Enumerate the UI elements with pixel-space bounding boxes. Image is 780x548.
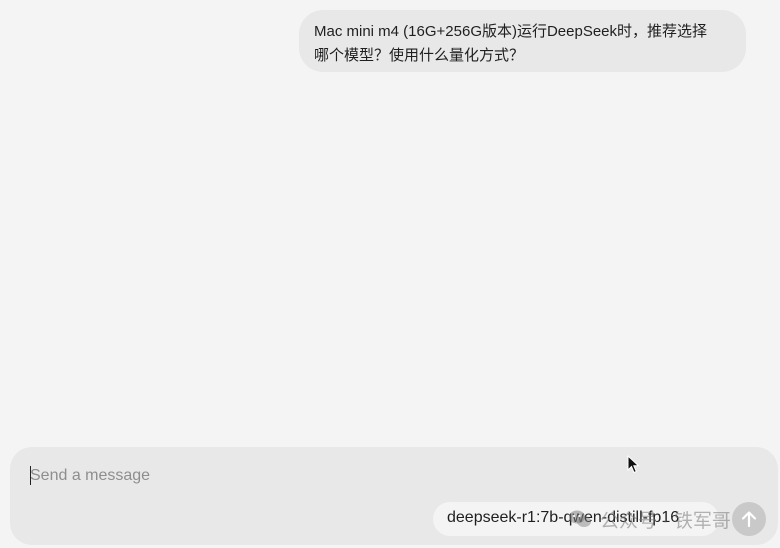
arrow-up-icon (741, 511, 757, 528)
text-caret (30, 466, 31, 485)
watermark-text: 公众号 · 铁军哥 (600, 510, 731, 532)
conversation-area: Mac mini m4 (16G+256G版本)运行DeepSeek时，推荐选择… (0, 0, 780, 440)
mouse-pointer-icon (627, 455, 640, 474)
watermark: 公众号 · 铁军哥 (568, 506, 731, 532)
user-message-line-2: 哪个模型？使用什么量化方式？ (314, 47, 525, 64)
wechat-icon (569, 510, 591, 527)
message-input[interactable] (30, 463, 590, 489)
chat-window: Mac mini m4 (16G+256G版本)运行DeepSeek时，推荐选择… (0, 0, 780, 548)
user-message-line-1: Mac mini m4 (16G+256G版本)运行DeepSeek时，推荐选择 (314, 23, 708, 40)
user-message-bubble: Mac mini m4 (16G+256G版本)运行DeepSeek时，推荐选择… (299, 10, 746, 72)
send-button[interactable] (732, 502, 766, 536)
